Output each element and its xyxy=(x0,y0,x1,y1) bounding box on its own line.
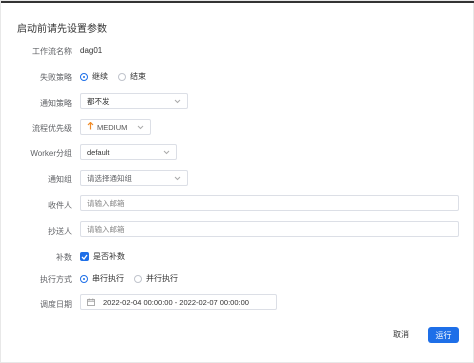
schedule-date-picker[interactable]: 2022-02-04 00:00:00 - 2022-02-07 00:00:0… xyxy=(80,294,277,310)
backfill-label: 补数 xyxy=(56,253,72,262)
priority-label: 流程优先级 xyxy=(32,124,72,133)
worker-group-label: Worker分组 xyxy=(30,149,72,158)
cancel-button[interactable]: 取消 xyxy=(393,329,409,340)
radio-continue-dot xyxy=(80,72,88,81)
notify-group-placeholder: 请选择通知组 xyxy=(87,173,132,183)
radio-continue[interactable]: 继续 xyxy=(80,71,108,82)
cc-label: 抄送人 xyxy=(48,227,72,236)
notify-group-label: 通知组 xyxy=(48,175,72,184)
top-border xyxy=(1,1,474,3)
exec-mode-radio-group: 串行执行 并行执行 xyxy=(80,273,188,284)
radio-parallel[interactable]: 并行执行 xyxy=(134,273,178,284)
radio-serial-dot xyxy=(80,274,88,283)
start-params-dialog: 启动前请先设置参数 工作流名称 dag01 失败策略 继续 结束 通知策略 都不… xyxy=(0,0,474,363)
calendar-icon xyxy=(87,298,95,306)
radio-parallel-dot xyxy=(134,274,142,283)
radio-end-label: 结束 xyxy=(130,72,146,81)
notify-strategy-value: 都不发 xyxy=(87,96,110,106)
backfill-checkbox[interactable]: 是否补数 xyxy=(80,251,125,262)
dialog-title: 启动前请先设置参数 xyxy=(17,24,107,35)
schedule-date-label: 调度日期 xyxy=(40,300,72,309)
chevron-down-icon xyxy=(173,174,181,182)
arrow-up-icon xyxy=(87,121,94,132)
chevron-down-icon xyxy=(162,148,170,156)
notify-strategy-label: 通知策略 xyxy=(40,99,72,108)
recipients-placeholder: 请输入邮箱 xyxy=(87,198,125,208)
radio-end[interactable]: 结束 xyxy=(118,71,146,82)
worker-group-value: default xyxy=(87,147,110,157)
backfill-checkbox-label: 是否补数 xyxy=(93,252,125,261)
notify-strategy-select[interactable]: 都不发 xyxy=(80,93,188,109)
radio-parallel-label: 并行执行 xyxy=(146,274,178,283)
priority-select[interactable]: MEDIUM xyxy=(80,119,151,135)
radio-continue-label: 继续 xyxy=(92,72,108,81)
worker-group-select[interactable]: default xyxy=(80,144,177,160)
exec-mode-label: 执行方式 xyxy=(40,275,72,284)
radio-serial[interactable]: 串行执行 xyxy=(80,273,124,284)
recipients-input[interactable]: 请输入邮箱 xyxy=(80,195,459,211)
run-button[interactable]: 运行 xyxy=(428,327,459,343)
failure-strategy-label: 失败策略 xyxy=(40,73,72,82)
cc-input[interactable]: 请输入邮箱 xyxy=(80,221,459,237)
chevron-down-icon xyxy=(136,123,144,131)
radio-end-dot xyxy=(118,72,126,81)
checkmark-icon xyxy=(80,252,89,261)
failure-strategy-radio-group: 继续 结束 xyxy=(80,71,156,82)
notify-group-select[interactable]: 请选择通知组 xyxy=(80,170,188,186)
schedule-date-value: 2022-02-04 00:00:00 - 2022-02-07 00:00:0… xyxy=(103,297,249,307)
workflow-name-value: dag01 xyxy=(80,46,103,55)
radio-serial-label: 串行执行 xyxy=(92,274,124,283)
cc-placeholder: 请输入邮箱 xyxy=(87,224,125,234)
priority-value: MEDIUM xyxy=(97,122,128,132)
chevron-down-icon xyxy=(173,97,181,105)
workflow-name-label: 工作流名称 xyxy=(32,47,72,56)
recipients-label: 收件人 xyxy=(48,201,72,210)
